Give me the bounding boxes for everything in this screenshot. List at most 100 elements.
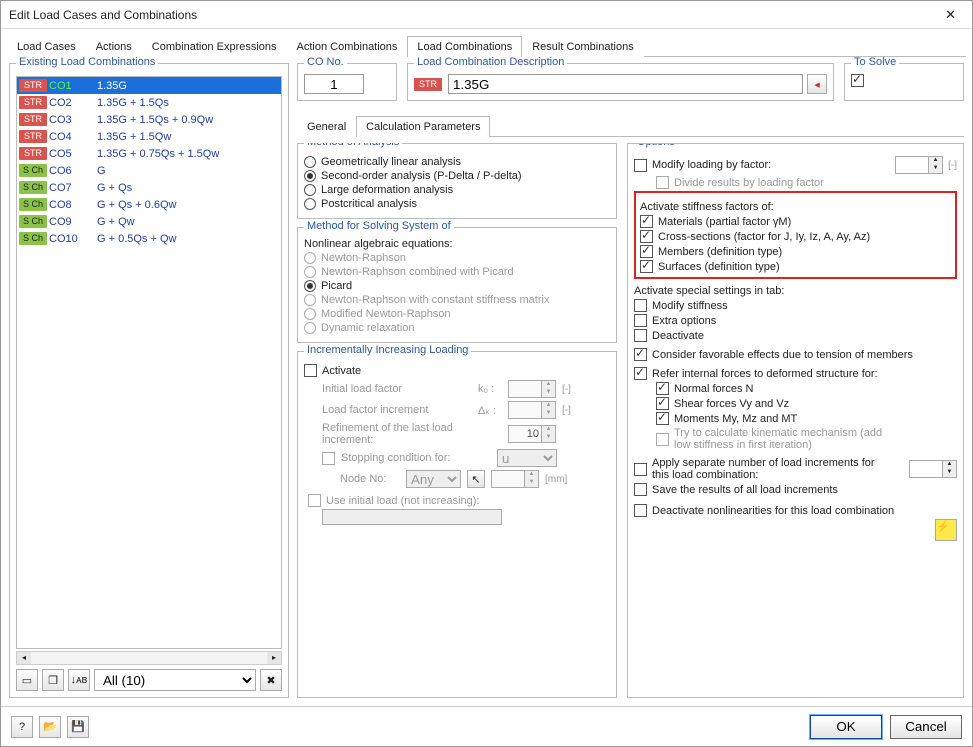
save-results-label: Save the results of all load increments [652,484,838,496]
desc-tag: STR [414,78,442,91]
combo-desc: G + Qs [93,182,279,194]
moa-radio[interactable] [304,198,316,210]
divide-results-label: Divide results by loading factor [674,177,824,189]
save-results-checkbox[interactable] [634,483,647,496]
combo-desc: 1.35G + 0.75Qs + 1.5Qw [93,148,279,160]
combo-row[interactable]: S ChCO9G + Qw [17,213,281,230]
tab-actions[interactable]: Actions [86,36,142,57]
tab-combination-expressions[interactable]: Combination Expressions [142,36,287,57]
desc-label: Load Combination Description [414,57,567,68]
to-solve-label: To Solve [851,57,899,68]
iil-activate-checkbox[interactable] [304,364,317,377]
close-icon[interactable]: ✕ [937,1,964,29]
subtab-general[interactable]: General [297,116,356,137]
refer-checkbox[interactable] [634,367,647,380]
iil-node-pick-button[interactable]: ↖ [467,470,485,488]
refer-checkbox[interactable] [656,397,669,410]
asf-label: Members (definition type) [658,246,782,258]
to-solve-checkbox[interactable] [851,74,864,87]
iil-node-spin[interactable]: ▲▼ [491,470,539,488]
tab-result-combinations[interactable]: Result Combinations [522,36,644,57]
cancel-button[interactable]: Cancel [890,715,962,739]
iil-stop-select[interactable]: u [497,449,557,467]
bolt-button[interactable]: ⚡ [935,519,957,541]
desc-flag-button[interactable]: ◂ [807,74,827,94]
combo-id: CO5 [49,148,93,160]
tab-action-combinations[interactable]: Action Combinations [287,36,408,57]
combo-row[interactable]: S ChCO8G + Qs + 0.6Qw [17,196,281,213]
asf-label: Materials (partial factor γM) [658,216,791,228]
iil-row-spin[interactable]: ▲▼ [508,380,556,398]
msse-label: Modified Newton-Raphson [321,308,451,320]
iil-progress [322,509,502,525]
co-no-input[interactable] [304,74,364,94]
iil-stop-checkbox[interactable] [322,452,335,465]
combo-tag: STR [19,96,47,109]
combo-row[interactable]: STRCO11.35G [17,77,281,94]
iil-row-spin[interactable]: ▲▼ [508,401,556,419]
special-checkbox[interactable] [634,329,647,342]
msse-radio [304,252,316,264]
combo-row[interactable]: STRCO41.35G + 1.5Qw [17,128,281,145]
combo-row[interactable]: STRCO31.35G + 1.5Qs + 0.9Qw [17,111,281,128]
moa-label: Second-order analysis (P-Delta / P-delta… [321,170,522,182]
combo-row[interactable]: STRCO21.35G + 1.5Qs [17,94,281,111]
asf-checkbox[interactable] [640,260,653,273]
kinematic-checkbox[interactable] [656,433,669,446]
asf-checkbox[interactable] [640,245,653,258]
co-no-label: CO No. [304,57,347,68]
refer-checkbox[interactable] [656,382,669,395]
tab-load-cases[interactable]: Load Cases [7,36,86,57]
sort-button[interactable]: ↓ᴀʙ [68,669,90,691]
combo-row[interactable]: STRCO51.35G + 0.75Qs + 1.5Qw [17,145,281,162]
deactivate-nonlin-checkbox[interactable] [634,504,647,517]
desc-input[interactable] [448,74,803,94]
h-scrollbar[interactable]: ◂▸ [16,651,282,665]
msse-label: Newton-Raphson with constant stiffness m… [321,294,549,306]
moa-radio[interactable] [304,156,316,168]
options-title: Options [634,143,678,148]
sep-increments-checkbox[interactable] [634,463,647,476]
open-button[interactable]: 📂 [39,716,61,738]
iil-node-select[interactable]: Any [406,470,461,488]
moa-radio[interactable] [304,170,316,182]
subtab-calculation-parameters[interactable]: Calculation Parameters [356,116,490,137]
special-checkbox[interactable] [634,314,647,327]
modify-loading-checkbox[interactable] [634,159,647,172]
tension-checkbox[interactable] [634,348,647,361]
divide-results-checkbox[interactable] [656,176,669,189]
copy-button[interactable]: ❐ [42,669,64,691]
combo-tag: S Ch [19,181,47,194]
combo-row[interactable]: S ChCO6G [17,162,281,179]
special-checkbox[interactable] [634,299,647,312]
msse-radio[interactable] [304,280,316,292]
combo-row[interactable]: S ChCO7G + Qs [17,179,281,196]
iil-stop-label: Stopping condition for: [341,452,491,464]
combo-row[interactable]: S ChCO10G + 0.5Qs + Qw [17,230,281,247]
asf-label: Surfaces (definition type) [658,261,780,273]
moa-radio[interactable] [304,184,316,196]
asf-checkbox[interactable] [640,230,653,243]
iil-node-unit: [mm] [545,474,567,485]
iil-useinit-label: Use initial load (not increasing): [326,495,479,507]
tab-load-combinations[interactable]: Load Combinations [407,36,522,57]
refer-checkbox[interactable] [656,412,669,425]
kinematic-label: Try to calculate kinematic mechanism (ad… [674,427,894,451]
sep-increments-spin[interactable]: ▲▼ [909,460,957,478]
filter-select[interactable]: All (10) [94,669,256,691]
combo-tag: STR [19,113,47,126]
refer-label: Refer internal forces to deformed struct… [652,368,878,380]
asf-checkbox[interactable] [640,215,653,228]
modify-loading-spin[interactable]: ▲▼ [895,156,943,174]
delete-button[interactable]: ✖ [260,669,282,691]
msse-radio [304,322,316,334]
save-button[interactable]: 💾 [67,716,89,738]
help-button[interactable]: ? [11,716,33,738]
iil-row-spin[interactable]: ▲▼ [508,425,556,443]
ok-button[interactable]: OK [810,715,882,739]
main-tabs: Load CasesActionsCombination Expressions… [7,35,966,57]
combos-list[interactable]: STRCO11.35GSTRCO21.35G + 1.5QsSTRCO31.35… [16,76,282,649]
new-button[interactable]: ▭ [16,669,38,691]
iil-useinit-checkbox[interactable] [308,494,321,507]
combo-tag: STR [19,130,47,143]
